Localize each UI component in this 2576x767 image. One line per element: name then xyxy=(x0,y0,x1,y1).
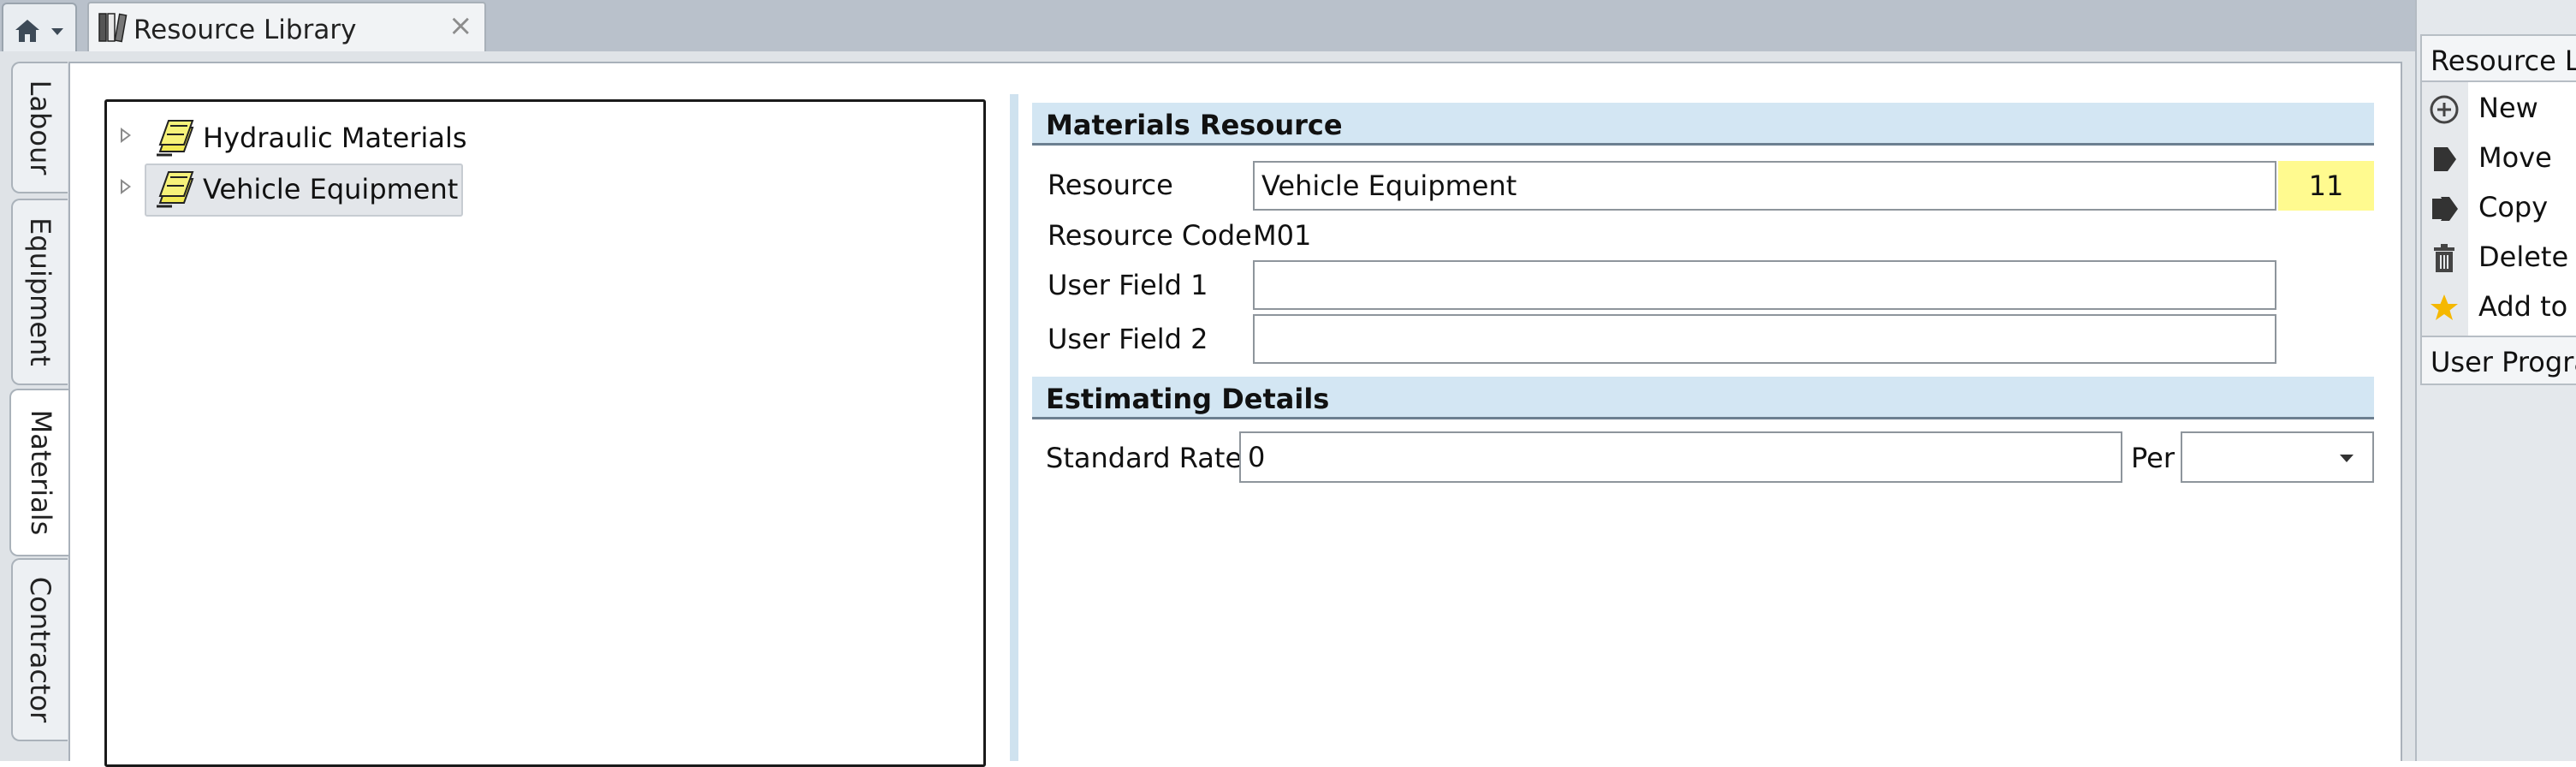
materials-folder-icon xyxy=(157,120,194,157)
tree-item-hydraulic-materials[interactable]: Hydraulic Materials xyxy=(107,112,620,162)
standard-rate-label: Standard Rate xyxy=(1046,442,1243,474)
actions-panel-header[interactable]: Resource L xyxy=(2420,34,2576,82)
per-unit-dropdown[interactable] xyxy=(2181,431,2374,483)
tab-resource-library[interactable]: Resource Library × xyxy=(87,2,486,53)
action-copy-button[interactable]: Copy xyxy=(2420,183,2576,233)
home-menu-button[interactable] xyxy=(2,3,77,53)
action-add-to-favourites-button[interactable]: Add to xyxy=(2420,282,2576,332)
side-tab-equipment[interactable]: Equipment xyxy=(11,199,68,385)
user-field-1-input[interactable] xyxy=(1253,260,2276,310)
user-field-2-label: User Field 2 xyxy=(1048,323,1208,355)
close-tab-icon[interactable]: × xyxy=(448,9,473,43)
panel-splitter[interactable] xyxy=(1010,94,1018,761)
estimating-details-header: Estimating Details xyxy=(1032,377,2374,419)
move-icon xyxy=(2434,147,2456,171)
resource-count-badge: 11 xyxy=(2278,161,2374,211)
tree-item-vehicle-equipment[interactable]: Vehicle Equipment xyxy=(107,164,620,217)
side-tab-materials[interactable]: Materials xyxy=(9,389,71,556)
resource-tree[interactable]: Hydraulic Materials Vehicle Equipment xyxy=(104,99,986,767)
resource-label: Resource xyxy=(1048,169,1173,201)
home-icon xyxy=(15,20,63,42)
side-tab-contractor[interactable]: Contractor xyxy=(11,558,68,741)
trash-icon xyxy=(2434,244,2454,272)
standard-rate-input[interactable] xyxy=(1239,431,2122,483)
copy-icon xyxy=(2432,197,2458,221)
plus-circle-icon xyxy=(2430,95,2459,124)
user-programs-header[interactable]: User Progra xyxy=(2420,336,2576,385)
action-new-button[interactable]: New xyxy=(2420,84,2576,134)
action-delete-button[interactable]: Delete xyxy=(2420,233,2576,282)
user-field-1-label: User Field 1 xyxy=(1048,269,1208,301)
expand-arrow-icon[interactable] xyxy=(121,179,131,194)
expand-arrow-icon[interactable] xyxy=(121,128,131,143)
resource-code-value: M01 xyxy=(1253,219,1312,252)
tab-title: Resource Library xyxy=(134,15,357,45)
per-label: Per xyxy=(2131,442,2175,474)
resource-code-label: Resource Code xyxy=(1048,219,1252,252)
tree-item-label: Hydraulic Materials xyxy=(203,122,467,154)
library-books-icon xyxy=(98,13,128,43)
star-icon xyxy=(2431,294,2458,320)
resource-name-input[interactable] xyxy=(1253,161,2276,211)
side-tab-labour[interactable]: Labour xyxy=(11,62,68,193)
materials-resource-header: Materials Resource xyxy=(1032,103,2374,146)
action-move-button[interactable]: Move xyxy=(2420,134,2576,183)
materials-folder-icon xyxy=(157,171,194,208)
tree-item-label: Vehicle Equipment xyxy=(203,173,459,205)
chevron-down-icon xyxy=(51,28,63,35)
user-field-2-input[interactable] xyxy=(1253,314,2276,364)
